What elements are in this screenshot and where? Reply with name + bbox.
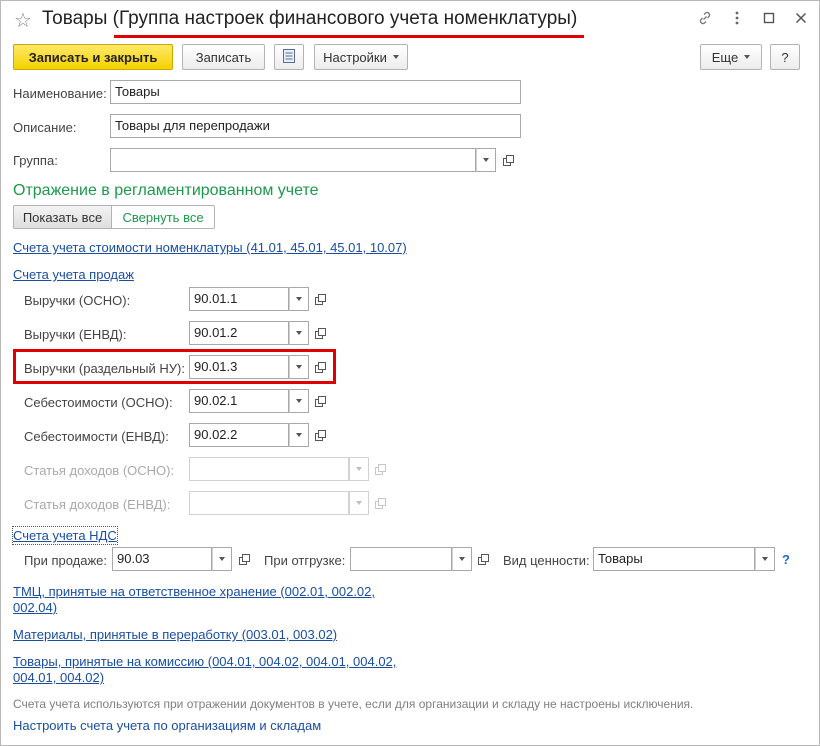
more-label: Еще xyxy=(711,49,739,65)
vat-on-sale-open-button[interactable] xyxy=(235,547,254,571)
more-menu-button[interactable]: Еще xyxy=(700,44,762,70)
sales-row-input[interactable]: 90.02.1 xyxy=(189,389,289,413)
close-icon[interactable] xyxy=(792,10,810,30)
save-button[interactable]: Записать xyxy=(182,44,265,70)
settings-menu-button[interactable]: Настройки xyxy=(314,44,408,70)
report-icon xyxy=(282,48,296,67)
sales-row-label: Выручки (ОСНО): xyxy=(24,293,131,308)
sales-row-input[interactable]: 90.01.1 xyxy=(189,287,289,311)
sales-row-input[interactable]: 90.01.2 xyxy=(189,321,289,345)
open-icon xyxy=(375,463,386,475)
window-title: Товары (Группа настроек финансового учет… xyxy=(42,8,578,29)
goods-commission-link-cont[interactable]: 004.01, 004.02) xyxy=(13,670,104,686)
vat-on-ship-open-button[interactable] xyxy=(474,547,493,571)
chevron-down-icon xyxy=(356,467,362,471)
sales-row-input xyxy=(189,457,349,481)
sales-row-input xyxy=(189,491,349,515)
help-button[interactable]: ? xyxy=(770,44,800,70)
chevron-down-icon xyxy=(483,158,489,162)
sales-row-dropdown[interactable] xyxy=(289,389,309,413)
star-icon[interactable]: ☆ xyxy=(14,8,32,33)
value-type-label: Вид ценности: xyxy=(503,553,590,568)
sales-row-label: Статья доходов (ЕНВД): xyxy=(24,497,171,512)
footer-note: Счета учета используются при отражении д… xyxy=(13,697,694,711)
vat-on-ship-dropdown[interactable] xyxy=(452,547,472,571)
maximize-icon[interactable] xyxy=(760,10,778,30)
vat-on-ship-label: При отгрузке: xyxy=(264,553,346,568)
chevron-down-icon xyxy=(296,399,302,403)
highlight-box xyxy=(13,349,336,384)
open-icon xyxy=(375,497,386,509)
chevron-down-icon xyxy=(356,501,362,505)
description-label: Описание: xyxy=(13,120,77,135)
settings-label: Настройки xyxy=(323,49,387,65)
group-label: Группа: xyxy=(13,153,58,168)
chevron-down-icon xyxy=(392,55,399,59)
show-all-button[interactable]: Показать все xyxy=(13,205,112,229)
goods-commission-link[interactable]: Товары, принятые на комиссию (004.01, 00… xyxy=(13,654,396,670)
sales-row-open-button[interactable] xyxy=(311,321,330,345)
vat-on-sale-input[interactable]: 90.03 xyxy=(112,547,212,571)
sales-row-open-button xyxy=(371,491,390,515)
sales-row-open-button[interactable] xyxy=(311,389,330,413)
sales-row-dropdown[interactable] xyxy=(289,287,309,311)
vat-on-sale-dropdown[interactable] xyxy=(212,547,232,571)
section-title-regulated: Отражение в регламентированном учете xyxy=(13,182,319,199)
name-input[interactable]: Товары xyxy=(110,80,521,104)
chevron-down-icon xyxy=(296,433,302,437)
materials-processing-link[interactable]: Материалы, принятые в переработку (003.0… xyxy=(13,627,337,643)
tmc-custody-link-cont[interactable]: 002.04) xyxy=(13,600,57,616)
configure-accounts-link[interactable]: Настроить счета учета по организациям и … xyxy=(13,718,321,734)
open-icon xyxy=(239,553,250,565)
sales-row-input[interactable]: 90.02.2 xyxy=(189,423,289,447)
sales-accounts-link[interactable]: Счета учета продаж xyxy=(13,267,134,283)
open-icon xyxy=(315,395,326,407)
chevron-down-icon xyxy=(296,331,302,335)
group-open-button[interactable] xyxy=(499,148,518,172)
report-button[interactable] xyxy=(274,44,304,70)
sales-row-dropdown[interactable] xyxy=(289,321,309,345)
more-icon[interactable] xyxy=(728,10,746,30)
open-icon xyxy=(503,154,514,166)
group-dropdown-button[interactable] xyxy=(476,148,496,172)
chevron-down-icon xyxy=(762,557,768,561)
sales-row-label: Себестоимости (ОСНО): xyxy=(24,395,173,410)
description-input[interactable]: Товары для перепродажи xyxy=(110,114,521,138)
sales-row-dropdown xyxy=(349,491,369,515)
sales-row-open-button xyxy=(371,457,390,481)
sales-row-open-button[interactable] xyxy=(311,287,330,311)
vat-on-ship-input[interactable] xyxy=(350,547,452,571)
sales-row-open-button[interactable] xyxy=(311,423,330,447)
open-icon xyxy=(315,327,326,339)
collapse-all-button[interactable]: Свернуть все xyxy=(111,205,215,229)
sales-row-label: Выручки (ЕНВД): xyxy=(24,327,127,342)
vat-on-sale-label: При продаже: xyxy=(24,553,108,568)
sales-row-label: Статья доходов (ОСНО): xyxy=(24,463,175,478)
tmc-custody-link[interactable]: ТМЦ, принятые на ответственное хранение … xyxy=(13,584,375,600)
cost-accounts-link[interactable]: Счета учета стоимости номенклатуры (41.0… xyxy=(13,240,407,256)
value-type-help-icon[interactable]: ? xyxy=(782,552,790,567)
value-type-dropdown[interactable] xyxy=(755,547,775,571)
chevron-down-icon xyxy=(744,55,751,59)
value-type-input[interactable]: Товары xyxy=(593,547,755,571)
sales-row-dropdown[interactable] xyxy=(289,423,309,447)
sales-row-label: Себестоимости (ЕНВД): xyxy=(24,429,169,444)
sales-row-dropdown xyxy=(349,457,369,481)
group-input[interactable] xyxy=(110,148,476,172)
chevron-down-icon xyxy=(219,557,225,561)
chevron-down-icon xyxy=(459,557,465,561)
save-and-close-button[interactable]: Записать и закрыть xyxy=(13,44,173,70)
open-icon xyxy=(315,293,326,305)
chevron-down-icon xyxy=(296,297,302,301)
link-icon[interactable] xyxy=(696,10,714,30)
name-label: Наименование: xyxy=(13,86,107,101)
focus-outline xyxy=(12,526,118,545)
open-icon xyxy=(315,429,326,441)
open-icon xyxy=(478,553,489,565)
title-highlight-underline xyxy=(114,35,584,38)
